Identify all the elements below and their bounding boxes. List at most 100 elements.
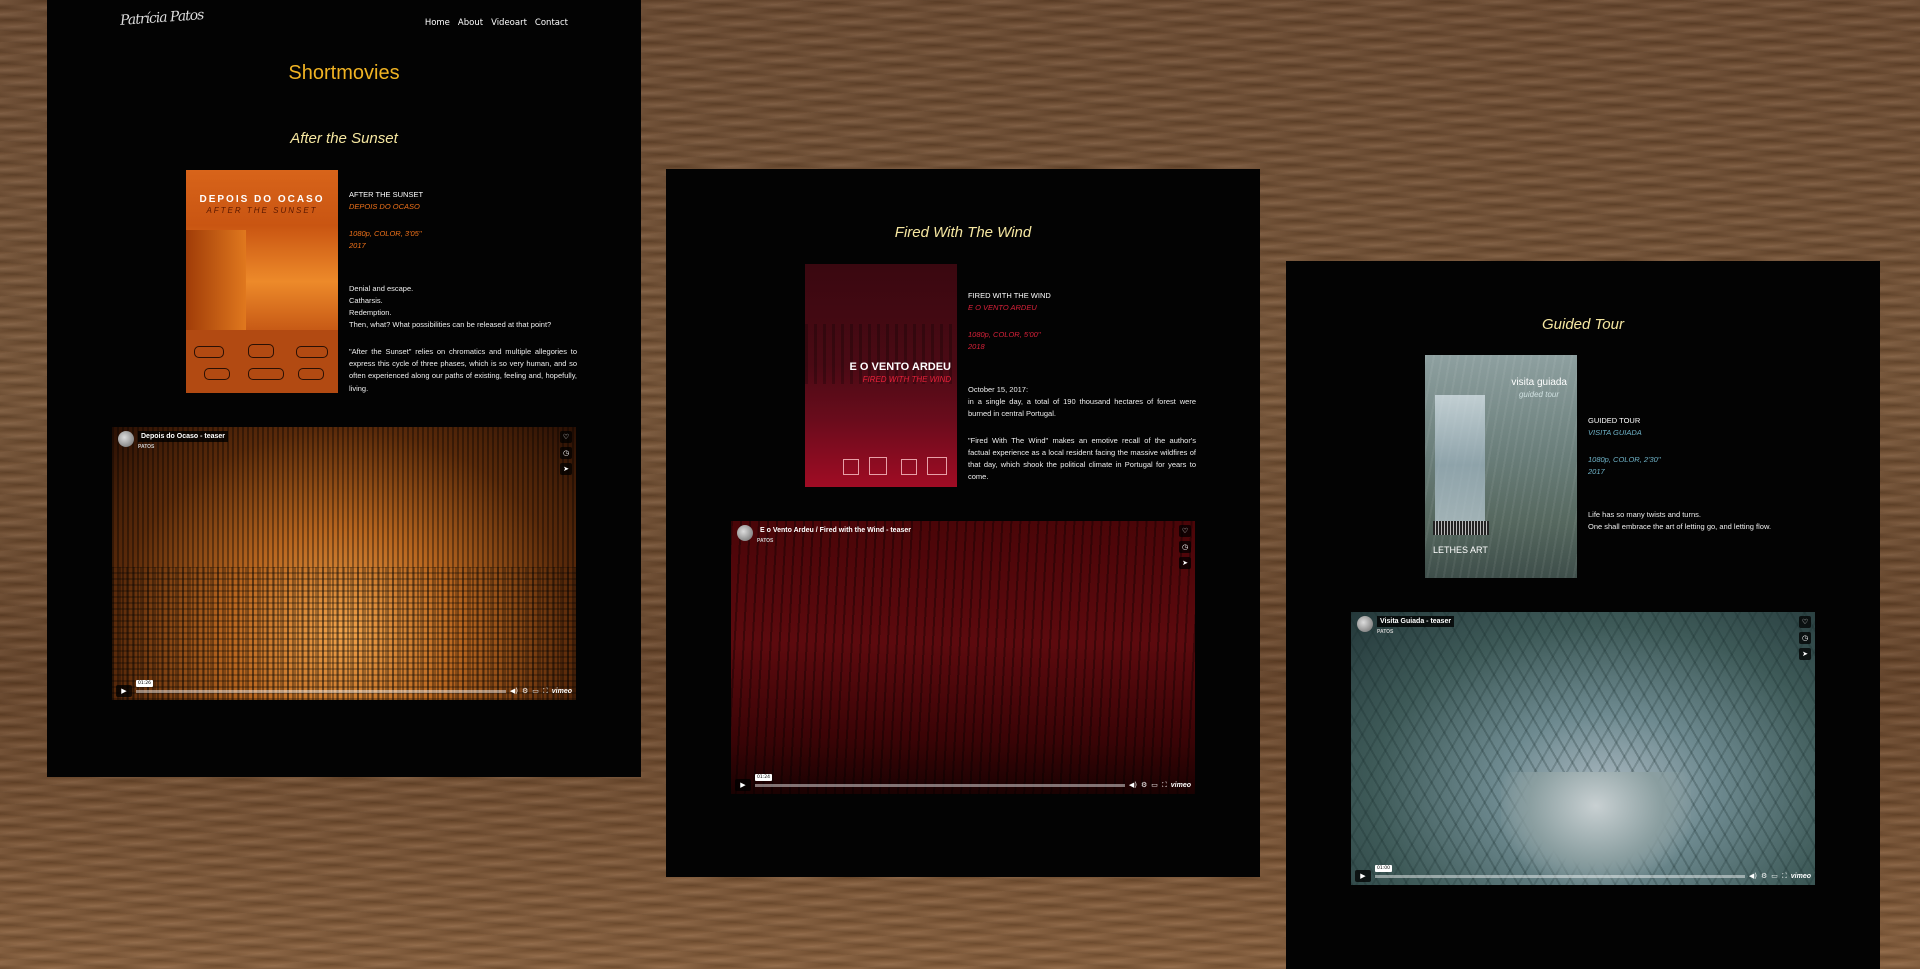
film-poster[interactable]: visita guiada guided tour LETHES ART <box>1425 355 1577 578</box>
heart-icon[interactable]: ♡ <box>560 431 572 443</box>
page-panel-shortmovies: Patrícia Patos Home About Videoart Conta… <box>47 0 641 777</box>
video-progress-bar[interactable]: 01:00 <box>1375 864 1745 878</box>
video-header: E o Vento Ardeu / Fired with the Wind - … <box>737 525 914 544</box>
video-player[interactable]: Depois do Ocaso - teaser PATOS ♡ ◷ ➤ ▶ 0… <box>112 427 576 700</box>
film-year: 2017 <box>1588 467 1605 477</box>
film-synopsis-line: Denial and escape. <box>349 283 414 293</box>
nav-videoart[interactable]: Videoart <box>491 18 527 28</box>
video-frame-cobblestones <box>112 567 576 700</box>
fullscreen-icon[interactable]: ⛶ <box>1162 781 1167 790</box>
video-side-actions: ♡ ◷ ➤ <box>1799 616 1811 660</box>
poster-title: visita guiada <box>1511 377 1567 388</box>
vimeo-logo[interactable]: vimeo <box>1791 873 1811 880</box>
top-nav: Home About Videoart Contact <box>425 18 568 28</box>
poster-subtitle: FIRED WITH THE WIND <box>862 375 951 384</box>
video-author[interactable]: PATOS <box>138 444 228 450</box>
film-title-en: FIRED WITH THE WIND <box>968 291 1051 300</box>
video-timestamp: 01:24 <box>755 773 772 781</box>
laurel-icon <box>296 346 328 358</box>
festival-badge-icon <box>901 459 917 475</box>
video-title[interactable]: Depois do Ocaso - teaser <box>138 431 229 442</box>
video-header: Visita Guiada - teaser PATOS <box>1357 616 1455 635</box>
share-icon[interactable]: ➤ <box>560 463 572 475</box>
heart-icon[interactable]: ♡ <box>1799 616 1811 628</box>
film-info: GUIDED TOUR VISITA GUIADA 1080p, COLOR, … <box>1588 415 1818 533</box>
film-title-original: DEPOIS DO OCASO <box>349 202 420 212</box>
settings-icon[interactable]: ⚙ <box>522 687 528 695</box>
poster-footer: LETHES ART <box>1433 545 1488 555</box>
film-title-en: GUIDED TOUR <box>1588 416 1641 425</box>
fullscreen-icon[interactable]: ⛶ <box>1782 872 1787 881</box>
video-progress-bar[interactable]: 01:26 <box>136 679 506 693</box>
nav-about[interactable]: About <box>458 18 483 28</box>
video-title[interactable]: E o Vento Ardeu / Fired with the Wind - … <box>757 525 914 536</box>
film-synopsis-paragraph: "Fired With The Wind" makes an emotive r… <box>968 435 1196 482</box>
poster-subtitle: guided tour <box>1518 390 1559 399</box>
heart-icon[interactable]: ♡ <box>1179 525 1191 537</box>
nav-home[interactable]: Home <box>425 18 450 28</box>
film-info: FIRED WITH THE WIND E O VENTO ARDEU 1080… <box>968 290 1196 484</box>
video-title[interactable]: Visita Guiada - teaser <box>1377 616 1455 627</box>
fullscreen-icon[interactable]: ⛶ <box>543 687 548 696</box>
site-logo[interactable]: Patrícia Patos <box>120 7 204 29</box>
clock-icon[interactable]: ◷ <box>1799 632 1811 644</box>
video-progress-bar[interactable]: 01:24 <box>755 773 1125 787</box>
volume-icon[interactable]: ◀) <box>1129 781 1137 789</box>
laurel-icon <box>248 368 284 380</box>
film-synopsis-line: Then, what? What possibilities can be re… <box>349 319 552 329</box>
play-icon[interactable]: ▶ <box>1355 870 1371 882</box>
film-specs: 1080p, COLOR, 5'00'' <box>968 330 1041 340</box>
page-panel-fired-with-the-wind: Fired With The Wind E O VENTO ARDEU FIRE… <box>666 169 1260 877</box>
film-year: 2017 <box>349 241 366 251</box>
festival-badge-icon <box>869 457 887 475</box>
share-icon[interactable]: ➤ <box>1179 557 1191 569</box>
poster-artwork <box>186 230 246 330</box>
laurel-icon <box>204 368 230 380</box>
avatar[interactable] <box>737 525 753 541</box>
laurel-icon <box>298 368 324 380</box>
video-player[interactable]: E o Vento Ardeu / Fired with the Wind - … <box>731 521 1195 794</box>
poster-badge <box>1433 521 1489 535</box>
clock-icon[interactable]: ◷ <box>1179 541 1191 553</box>
film-poster[interactable]: E O VENTO ARDEU FIRED WITH THE WIND <box>805 264 957 487</box>
play-icon[interactable]: ▶ <box>116 685 132 697</box>
volume-icon[interactable]: ◀) <box>1749 872 1757 880</box>
film-heading: Fired With The Wind <box>894 224 1032 241</box>
film-synopsis-paragraph: in a single day, a total of 190 thousand… <box>968 396 1196 418</box>
laurel-icon <box>194 346 224 358</box>
video-player[interactable]: Visita Guiada - teaser PATOS ♡ ◷ ➤ ▶ 01:… <box>1351 612 1815 885</box>
settings-icon[interactable]: ⚙ <box>1141 781 1147 789</box>
vimeo-logo[interactable]: vimeo <box>1171 782 1191 789</box>
vimeo-logo[interactable]: vimeo <box>552 688 572 695</box>
avatar[interactable] <box>118 431 134 447</box>
video-side-actions: ♡ ◷ ➤ <box>1179 525 1191 569</box>
poster-artwork <box>1435 395 1485 535</box>
volume-icon[interactable]: ◀) <box>510 687 518 695</box>
video-author[interactable]: PATOS <box>1377 629 1454 635</box>
page-panel-guided-tour: Guided Tour visita guiada guided tour LE… <box>1286 261 1880 969</box>
avatar[interactable] <box>1357 616 1373 632</box>
poster-title: E O VENTO ARDEU <box>849 361 951 373</box>
share-icon[interactable]: ➤ <box>1799 648 1811 660</box>
poster-laurels <box>186 330 338 393</box>
film-poster[interactable]: DEPOIS DO OCASO AFTER THE SUNSET <box>186 170 338 393</box>
film-year: 2018 <box>968 342 985 352</box>
pip-icon[interactable]: ▭ <box>1771 872 1778 880</box>
pip-icon[interactable]: ▭ <box>1151 781 1158 789</box>
settings-icon[interactable]: ⚙ <box>1761 872 1767 880</box>
video-timestamp: 01:00 <box>1375 864 1392 872</box>
film-info: AFTER THE SUNSET DEPOIS DO OCASO 1080p, … <box>349 189 577 395</box>
nav-contact[interactable]: Contact <box>535 18 568 28</box>
film-synopsis-line: Redemption. <box>349 307 392 317</box>
video-header: Depois do Ocaso - teaser PATOS <box>118 431 229 450</box>
festival-badge-icon <box>843 459 859 475</box>
film-synopsis-paragraph: "After the Sunset" relies on chromatics … <box>349 347 577 393</box>
pip-icon[interactable]: ▭ <box>532 687 539 695</box>
festival-badge-icon <box>927 457 947 475</box>
video-author[interactable]: PATOS <box>757 538 914 544</box>
clock-icon[interactable]: ◷ <box>560 447 572 459</box>
video-timestamp: 01:26 <box>136 679 153 687</box>
film-specs: 1080p, COLOR, 3'05'' <box>349 229 422 239</box>
play-icon[interactable]: ▶ <box>735 779 751 791</box>
video-controls: ▶ 01:24 ◀) ⚙ ▭ ⛶ vimeo <box>735 773 1191 791</box>
